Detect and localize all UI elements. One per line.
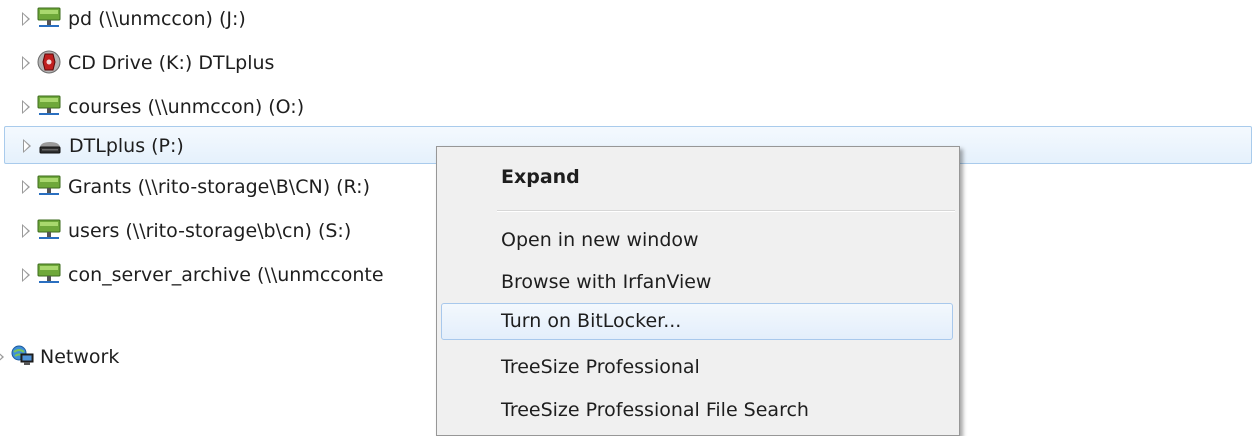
- tree-item-label: Network: [40, 346, 120, 368]
- network-drive-icon: [37, 7, 61, 27]
- expand-arrow-icon[interactable]: [22, 256, 36, 294]
- menu-item-expand[interactable]: Expand: [441, 159, 953, 196]
- tree-item-label: con_server_archive (\\unmcconte: [68, 264, 384, 286]
- expand-arrow-icon[interactable]: [22, 88, 36, 126]
- tree-item-label: courses (\\unmccon) (O:): [68, 96, 305, 118]
- expand-arrow-icon[interactable]: [0, 338, 10, 376]
- expand-arrow-icon[interactable]: [22, 212, 36, 250]
- tree-item-label: Grants (\\rito-storage\B\CN) (R:): [68, 176, 370, 198]
- network-icon: [11, 345, 34, 365]
- menu-item-treesize-professional-file-search[interactable]: TreeSize Professional File Search: [441, 392, 953, 429]
- network-drive-icon: [37, 219, 61, 239]
- tree-item-label: pd (\\unmccon) (J:): [68, 8, 246, 30]
- network-drive-icon: [37, 95, 61, 115]
- tree-item-label: users (\\rito-storage\b\cn) (S:): [68, 220, 352, 242]
- tree-item-courses-drive[interactable]: courses (\\unmccon) (O:): [0, 88, 1252, 126]
- network-drive-icon: [37, 263, 61, 283]
- tree-item-label: DTLplus (P:): [69, 135, 184, 157]
- menu-item-open-in-new-window[interactable]: Open in new window: [441, 222, 953, 259]
- menu-separator: [497, 210, 955, 212]
- expand-arrow-icon[interactable]: [22, 44, 36, 82]
- removable-drive-icon: [39, 142, 61, 154]
- menu-item-treesize-professional[interactable]: TreeSize Professional: [441, 349, 953, 386]
- menu-item-turn-on-bitlocker[interactable]: Turn on BitLocker...: [441, 303, 953, 340]
- tree-item-label: CD Drive (K:) DTLplus: [68, 52, 275, 74]
- expand-arrow-icon[interactable]: [22, 0, 36, 38]
- network-drive-icon: [37, 175, 61, 195]
- expand-arrow-icon[interactable]: [22, 168, 36, 206]
- cd-drive-icon: [37, 50, 61, 74]
- expand-arrow-icon[interactable]: [23, 127, 37, 165]
- menu-item-browse-with-irfanview[interactable]: Browse with IrfanView: [441, 264, 953, 301]
- tree-item-cd-drive[interactable]: CD Drive (K:) DTLplus: [0, 44, 1252, 82]
- tree-item-pd-drive[interactable]: pd (\\unmccon) (J:): [0, 0, 1252, 38]
- context-menu: Expand Open in new window Browse with Ir…: [436, 146, 960, 436]
